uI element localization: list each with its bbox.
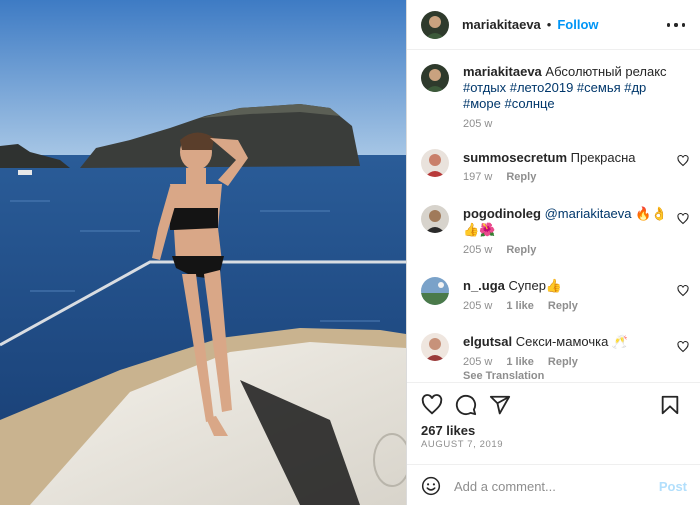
comment-message: 🔥👌 xyxy=(635,206,668,221)
heart-icon[interactable] xyxy=(677,213,689,225)
caption-message: Абсолютный релакс xyxy=(545,64,667,79)
comments-list[interactable]: mariakitaeva Абсолютный релакс #отдых #л… xyxy=(407,50,700,382)
comment-age[interactable]: 205 w xyxy=(463,244,492,256)
separator-dot: • xyxy=(546,17,552,32)
bookmark-icon[interactable] xyxy=(659,394,681,416)
post-comment-button[interactable]: Post xyxy=(659,479,687,494)
avatar[interactable] xyxy=(421,149,449,177)
comment-text: pogodinoleg @mariakitaeva 🔥👌 👍🌺 xyxy=(463,206,669,238)
see-translation-link[interactable]: See Translation xyxy=(463,370,544,382)
comment-username[interactable]: n_.uga xyxy=(463,278,505,293)
comment-message: Супер👍 xyxy=(508,278,563,293)
comment-icon[interactable] xyxy=(455,394,477,416)
avatar[interactable] xyxy=(421,205,449,233)
heart-icon[interactable] xyxy=(677,285,689,297)
comment-age[interactable]: 205 w xyxy=(463,300,492,312)
reply-button[interactable]: Reply xyxy=(548,356,578,368)
comment-username[interactable]: elgutsal xyxy=(463,334,512,349)
follow-button[interactable]: Follow xyxy=(557,17,598,32)
instagram-post: mariakitaeva • Follow mariakitaeva Абсол… xyxy=(0,0,700,505)
caption-age[interactable]: 205 w xyxy=(463,118,492,130)
photo-scene xyxy=(0,0,406,505)
avatar[interactable] xyxy=(421,64,449,92)
comment-meta: 197 w Reply xyxy=(463,171,536,183)
reply-button[interactable]: Reply xyxy=(548,300,578,312)
add-comment-bar: Post xyxy=(407,464,700,505)
post-date: AUGUST 7, 2019 xyxy=(421,439,504,450)
comment-mention[interactable]: @mariakitaeva xyxy=(545,206,632,221)
caption-username[interactable]: mariakitaeva xyxy=(463,64,542,79)
comment-message: Прекрасна xyxy=(570,150,636,165)
comment-meta: 205 w 1 like Reply xyxy=(463,300,578,312)
comment-username[interactable]: summosecretum xyxy=(463,150,567,165)
caption-meta: 205 w xyxy=(463,118,492,130)
avatar[interactable] xyxy=(421,277,449,305)
heart-icon[interactable] xyxy=(677,155,689,167)
comment-age[interactable]: 197 w xyxy=(463,171,492,183)
comment-meta: 205 w Reply xyxy=(463,244,536,256)
comment-username[interactable]: pogodinoleg xyxy=(463,206,541,221)
caption-hashtags-line2[interactable]: #море #солнце xyxy=(463,96,555,111)
reply-button[interactable]: Reply xyxy=(506,244,536,256)
post-actions: 267 likes AUGUST 7, 2019 xyxy=(407,382,700,464)
reply-button[interactable]: Reply xyxy=(506,171,536,183)
avatar[interactable] xyxy=(421,333,449,361)
likes-count[interactable]: 267 likes xyxy=(421,423,475,438)
caption-text: mariakitaeva Абсолютный релакс #отдых #л… xyxy=(463,64,669,112)
post-details-pane: mariakitaeva • Follow mariakitaeva Абсол… xyxy=(406,0,700,505)
heart-icon[interactable] xyxy=(677,341,689,353)
comment-text: summosecretum Прекрасна xyxy=(463,150,669,166)
comment-message-line2: 👍🌺 xyxy=(463,222,496,237)
post-author-username[interactable]: mariakitaeva xyxy=(462,17,541,32)
comment-text: elgutsal Секси-мамочка 🥂 xyxy=(463,334,669,350)
share-icon[interactable] xyxy=(489,394,511,416)
emoji-icon[interactable] xyxy=(421,476,441,496)
like-heart-icon[interactable] xyxy=(421,394,443,416)
more-options-icon[interactable] xyxy=(667,16,685,34)
caption-hashtags-line1[interactable]: #отдых #лето2019 #семья #др xyxy=(463,80,646,95)
comment-message: Секси-мамочка 🥂 xyxy=(515,334,629,349)
post-header: mariakitaeva • Follow xyxy=(407,0,700,50)
comment-age[interactable]: 205 w xyxy=(463,356,492,368)
comment-meta: 205 w 1 like Reply xyxy=(463,356,578,368)
comment-likes[interactable]: 1 like xyxy=(506,356,534,368)
comment-text: n_.uga Супер👍 xyxy=(463,278,669,294)
comment-input[interactable] xyxy=(454,475,634,497)
avatar[interactable] xyxy=(421,10,449,39)
post-photo[interactable] xyxy=(0,0,406,505)
comment-likes[interactable]: 1 like xyxy=(506,300,534,312)
